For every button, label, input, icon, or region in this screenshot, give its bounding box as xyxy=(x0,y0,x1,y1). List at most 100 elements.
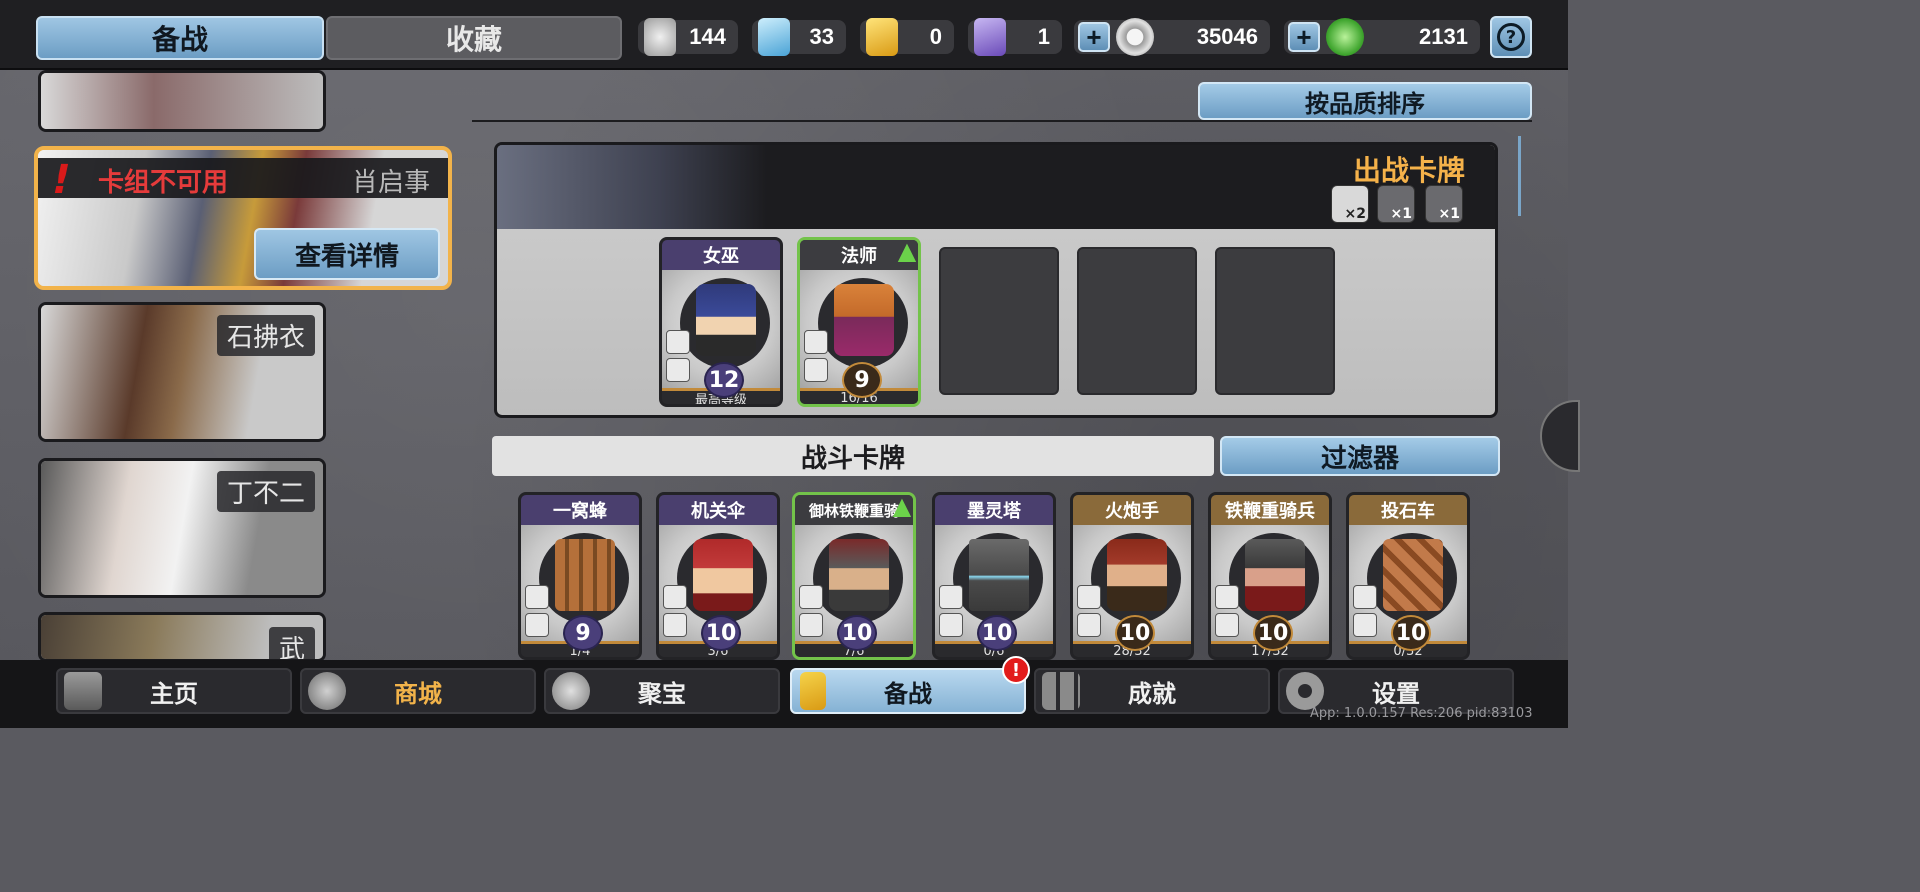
resource-gold-shield[interactable]: 0 xyxy=(860,18,954,56)
nav-achievements[interactable]: 成就 xyxy=(1034,668,1270,714)
nav-label: 设置 xyxy=(1372,679,1420,708)
battle-card-royal-cavalry[interactable]: 御林铁鞭重骑 10 7/6 ▲ xyxy=(792,492,916,660)
royal-cavalry-figure xyxy=(829,539,889,611)
resource-purple-crest[interactable]: 1 xyxy=(968,18,1062,56)
skull-tag-icon xyxy=(666,330,690,354)
shield-tag-icon xyxy=(1215,613,1239,637)
hero-banner-art xyxy=(497,145,767,229)
card-art: 12 xyxy=(662,270,780,398)
resource-coin: + 35046 xyxy=(1074,18,1270,56)
divider xyxy=(472,120,1532,122)
battle-card-swarm[interactable]: 一窝蜂 9 1/4 xyxy=(518,492,642,660)
horse-tag-icon xyxy=(799,585,823,609)
tab-collection[interactable]: 收藏 xyxy=(326,16,622,60)
card-level: 10 xyxy=(1115,615,1155,651)
fist-tag-icon xyxy=(1353,613,1377,637)
nav-label: 聚宝 xyxy=(638,679,686,708)
cannoneer-figure xyxy=(1107,539,1167,611)
gear-icon xyxy=(1286,672,1324,710)
top-bar: 备战 收藏 144 33 0 1 + 35046 + 2131 ? xyxy=(0,0,1568,70)
sword-tag-icon xyxy=(1077,585,1101,609)
hero-name: 肖启事 xyxy=(351,168,430,198)
helmet-limit-value: ×1 xyxy=(1390,206,1412,222)
help-icon: ? xyxy=(1497,23,1525,51)
heavy-cavalry-figure xyxy=(1245,539,1305,611)
umbrella-figure xyxy=(693,539,753,611)
help-button[interactable]: ? xyxy=(1490,16,1532,58)
battle-card-umbrella[interactable]: 机关伞 10 3/6 xyxy=(656,492,780,660)
empty-deck-slot[interactable] xyxy=(1215,247,1335,395)
hero-card-selected[interactable]: ! 卡组不可用 肖启事 查看详情 xyxy=(34,146,452,290)
notification-badge: ! xyxy=(1002,656,1030,684)
shield-tag-icon xyxy=(799,613,823,637)
card-art: 10 xyxy=(1073,525,1191,651)
nav-label: 主页 xyxy=(150,679,198,708)
hero-card[interactable]: 武 xyxy=(38,612,326,662)
swarm-launcher-figure xyxy=(555,539,615,611)
card-name: 墨灵塔 xyxy=(935,495,1053,525)
battle-card-ink-tower[interactable]: 墨灵塔 10 0/6 xyxy=(932,492,1056,660)
hat-tag-icon xyxy=(939,613,963,637)
card-name: 女巫 xyxy=(662,240,780,270)
unit-limit-icon: ×2 xyxy=(1331,185,1369,223)
battle-card-heavy-cavalry[interactable]: 铁鞭重骑兵 10 17/32 xyxy=(1208,492,1332,660)
resource-gem: + 2131 xyxy=(1284,18,1480,56)
horse-tag-icon xyxy=(1215,585,1239,609)
tab-prepare[interactable]: 备战 xyxy=(36,16,324,60)
card-art: 10 xyxy=(935,525,1053,651)
deck-panel: 出战卡牌 ×2 ×1 ×1 女巫 12 最高等级 法师 9 16/16 ▲ xyxy=(494,142,1498,418)
battle-card-catapult[interactable]: 投石车 10 0/32 xyxy=(1346,492,1470,660)
hero-name: 武 xyxy=(268,627,315,659)
resource-crystal[interactable]: 33 xyxy=(752,18,846,56)
gear-tag-icon xyxy=(1353,585,1377,609)
nav-treasure[interactable]: 聚宝 xyxy=(544,668,780,714)
hero-card[interactable]: 丁不二 xyxy=(38,458,326,598)
hero-name: 石拂衣 xyxy=(216,315,315,356)
silver-token-icon xyxy=(644,18,676,56)
hero-card[interactable] xyxy=(38,70,326,132)
crystal-icon xyxy=(758,18,790,56)
deck-card-mage[interactable]: 法师 9 16/16 ▲ xyxy=(797,237,921,407)
hat-limit-value: ×1 xyxy=(1438,206,1460,222)
card-art: 10 xyxy=(1211,525,1329,651)
resource-value: 35046 xyxy=(1196,24,1258,49)
skull-tag-icon xyxy=(804,330,828,354)
card-name: 铁鞭重骑兵 xyxy=(1211,495,1329,525)
helmet-tag-icon xyxy=(663,613,687,637)
ink-tower-figure xyxy=(969,539,1029,611)
card-level: 9 xyxy=(563,615,603,651)
resource-silver-token[interactable]: 144 xyxy=(638,18,738,56)
catapult-figure xyxy=(1383,539,1443,611)
empty-deck-slot[interactable] xyxy=(939,247,1059,395)
cards-icon xyxy=(800,672,826,710)
card-art: 9 xyxy=(800,270,918,398)
deck-card-witch[interactable]: 女巫 12 最高等级 xyxy=(659,237,783,407)
add-coin-button[interactable]: + xyxy=(1078,22,1110,52)
battle-card-cannoneer[interactable]: 火炮手 10 28/32 xyxy=(1070,492,1194,660)
sword-tag-icon xyxy=(663,585,687,609)
card-art: 10 xyxy=(659,525,777,651)
deck-header: 出战卡牌 ×2 ×1 ×1 xyxy=(497,145,1495,229)
resource-value: 144 xyxy=(689,24,726,49)
add-gem-button[interactable]: + xyxy=(1288,22,1320,52)
grid-icon xyxy=(1042,672,1080,710)
filter-button[interactable]: 过滤器 xyxy=(1220,436,1500,476)
hero-name: 丁不二 xyxy=(216,471,315,512)
battle-cards-header: 战斗卡牌 xyxy=(492,436,1214,476)
nav-home[interactable]: 主页 xyxy=(56,668,292,714)
nav-label: 成就 xyxy=(1128,679,1176,708)
sort-by-quality-button[interactable]: 按品质排序 xyxy=(1198,82,1532,120)
card-level: 10 xyxy=(1391,615,1431,651)
pavilion-icon xyxy=(64,672,102,710)
nav-shop[interactable]: 商城 xyxy=(300,668,536,714)
hero-card[interactable]: 石拂衣 xyxy=(38,302,326,442)
upgrade-arrow-icon: ▲ xyxy=(897,237,917,265)
nav-prepare[interactable]: 备战 xyxy=(790,668,1026,714)
view-details-button[interactable]: 查看详情 xyxy=(254,228,440,280)
card-level: 9 xyxy=(842,362,882,398)
card-art: 10 xyxy=(795,525,913,651)
hat-limit-icon: ×1 xyxy=(1425,185,1463,223)
empty-deck-slot[interactable] xyxy=(1077,247,1197,395)
scrollbar[interactable] xyxy=(1518,136,1521,216)
card-art: 10 xyxy=(1349,525,1467,651)
